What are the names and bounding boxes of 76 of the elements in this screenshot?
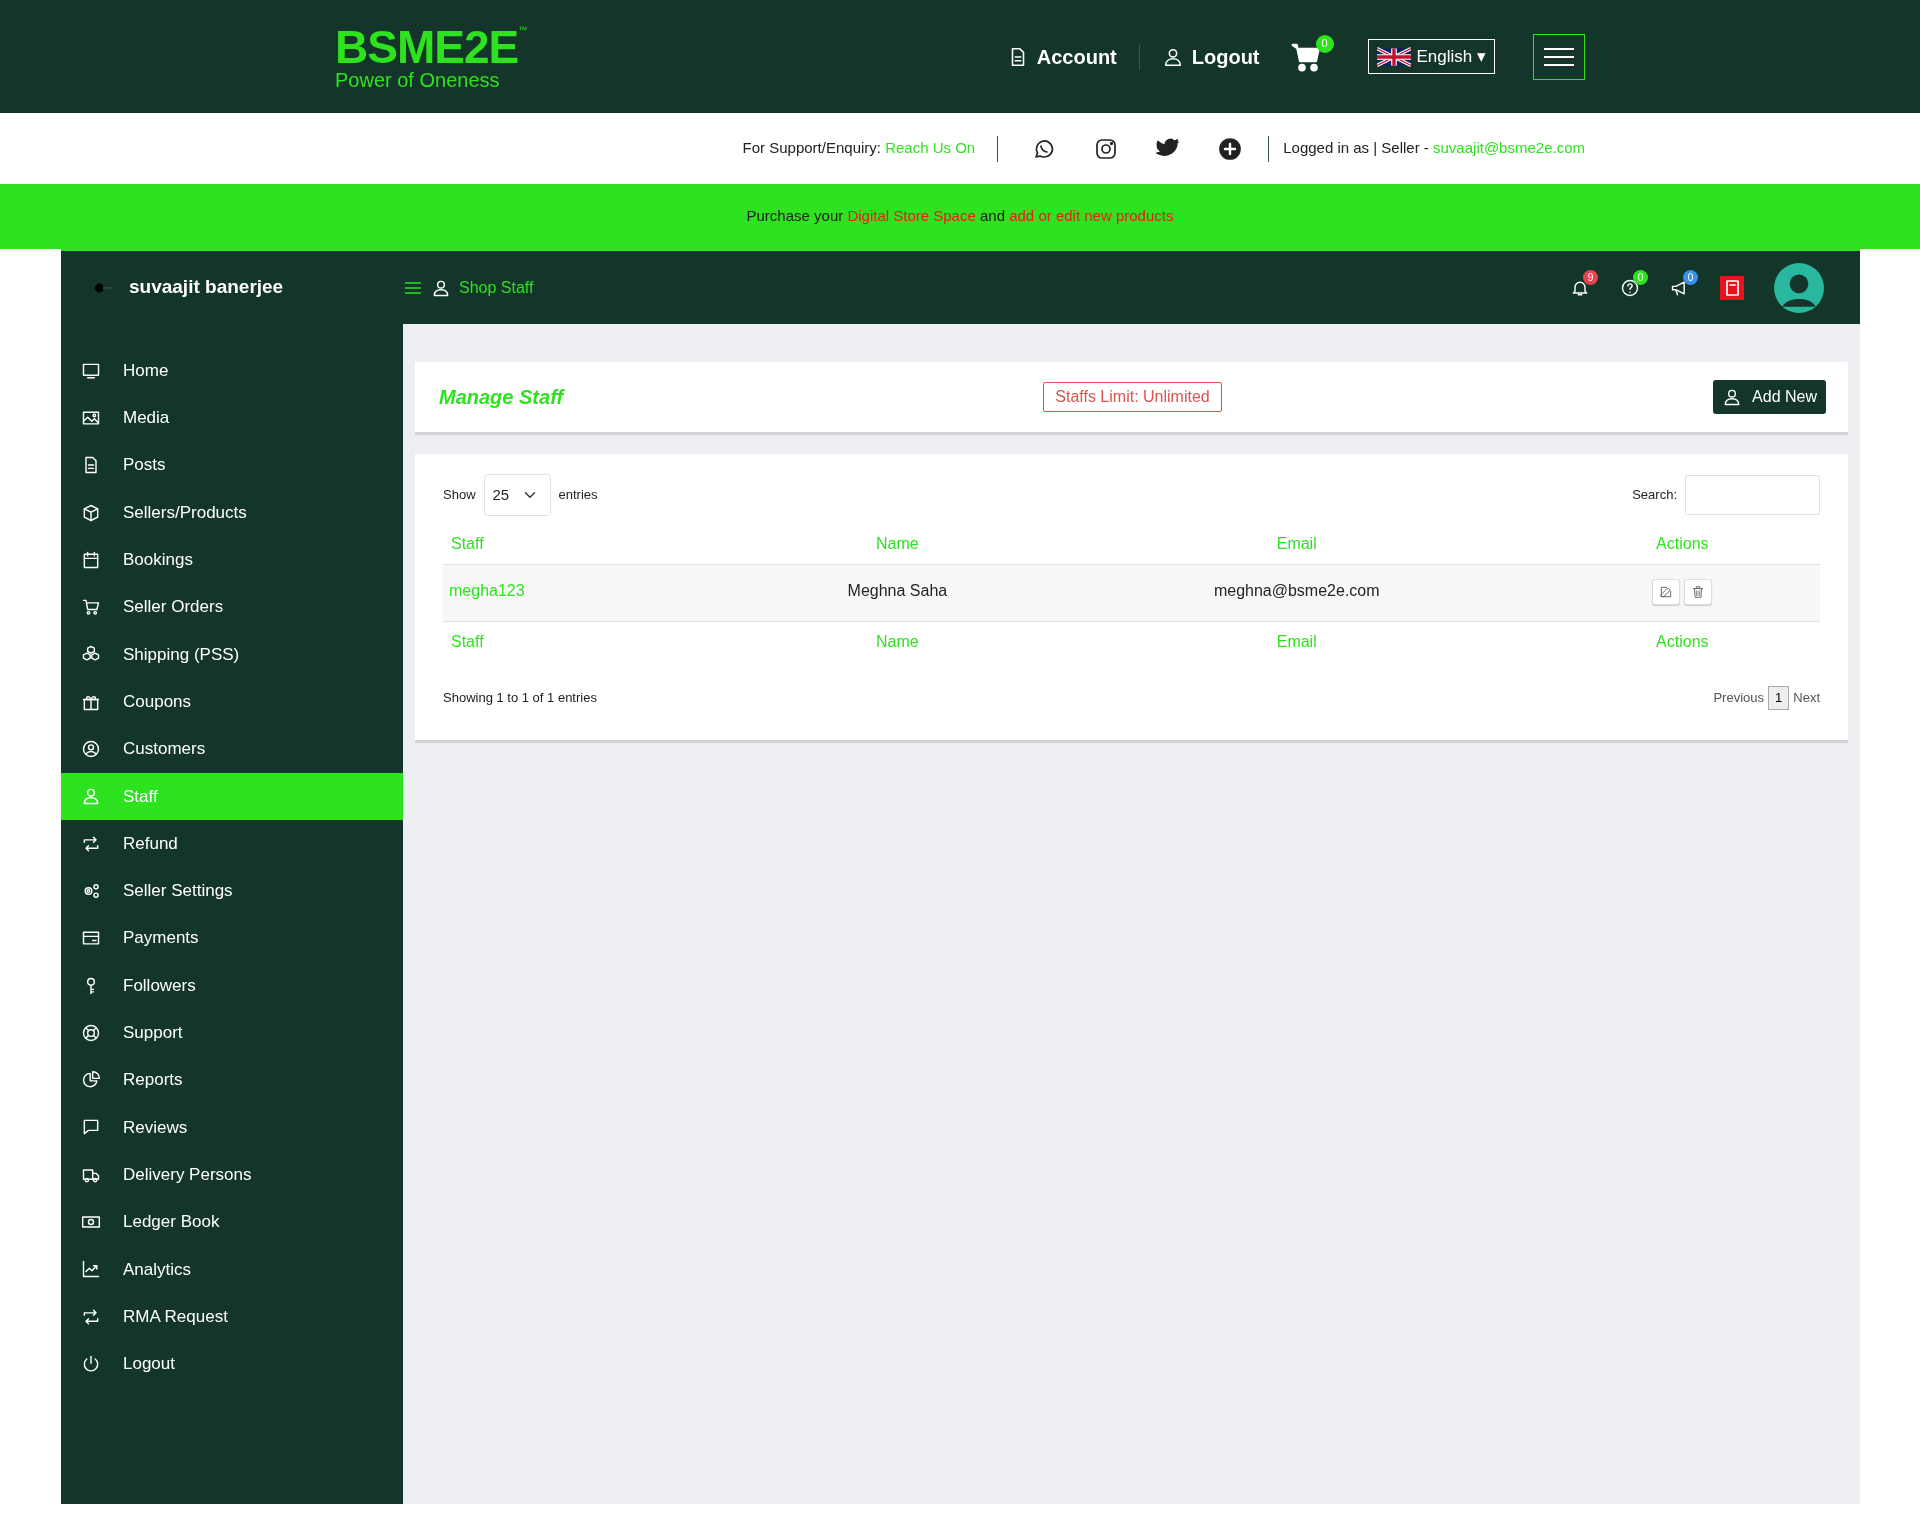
book-icon[interactable]: [1720, 275, 1744, 300]
count-badge: 0: [1633, 269, 1648, 285]
sidebar-item[interactable]: Bookings: [61, 536, 403, 584]
uk-flag-icon: [1376, 45, 1411, 68]
nav-link[interactable]: Account: [1036, 41, 1117, 72]
sidebar-item[interactable]: Home: [61, 347, 403, 395]
sidebar-item[interactable]: Sellers/Products: [61, 488, 403, 537]
edit-icon: [1659, 584, 1674, 600]
sidebar-item[interactable]: Followers: [61, 961, 403, 1010]
avatar-icon[interactable]: [1774, 262, 1824, 313]
column-header: Name: [745, 621, 1049, 662]
show-label: Show: [443, 486, 476, 505]
login-info: Logged in as | Seller - suvaajit@bsme2e.com: [1283, 138, 1585, 159]
line-chart-icon: [81, 1259, 101, 1280]
column-header: Staff: [443, 621, 746, 662]
power-icon: [81, 1353, 101, 1374]
column-header: Email: [1048, 621, 1545, 662]
staff-limit-label: Staffs Limit: Unlimited: [1043, 382, 1222, 412]
sidebar-item[interactable]: Delivery Persons: [61, 1151, 403, 1199]
cart-count-badge: 0: [1315, 34, 1334, 53]
column-header: Staff: [443, 524, 746, 565]
column-header: Actions: [1544, 524, 1820, 565]
plus-icon[interactable]: [1218, 136, 1243, 161]
sidebar-item[interactable]: Refund: [61, 819, 403, 868]
page-button[interactable]: 1: [1768, 686, 1790, 710]
column-header: Email: [1048, 524, 1545, 565]
sidebar-item[interactable]: Reports: [61, 1056, 403, 1104]
sidebar-item[interactable]: Posts: [61, 441, 403, 489]
column-header: Name: [745, 524, 1049, 565]
menu-icon: [1544, 46, 1574, 67]
table-cell: Meghna Saha: [745, 564, 1049, 622]
entries-label: entries: [558, 486, 598, 505]
sidebar-item[interactable]: Seller Orders: [61, 583, 403, 631]
sidebar-item[interactable]: Shipping (PSS): [61, 630, 403, 679]
language-selector[interactable]: English ▾: [1367, 38, 1495, 75]
sidebar-item[interactable]: Analytics: [61, 1245, 403, 1293]
cube-icon: [81, 502, 101, 523]
sidebar-item[interactable]: Logout: [61, 1340, 403, 1388]
entries-select[interactable]: 25: [483, 474, 551, 516]
instagram-icon[interactable]: [1094, 136, 1119, 161]
column-header: Actions: [1544, 621, 1820, 662]
add-new-button[interactable]: Add New: [1713, 380, 1826, 414]
lifebuoy-icon: [81, 1022, 101, 1043]
edit-button[interactable]: [1652, 579, 1681, 605]
sidebar-item[interactable]: Seller Settings: [61, 867, 403, 915]
support-text: For Support/Enquiry: Reach Us On: [742, 138, 976, 159]
trademark-mark: ™: [518, 24, 528, 35]
sidebar-item[interactable]: Coupons: [61, 678, 403, 726]
nav-link[interactable]: Logout: [1191, 41, 1260, 72]
sidebar-item[interactable]: Customers: [61, 725, 403, 773]
sidebar-item[interactable]: Media: [61, 394, 403, 442]
sidebar-item[interactable]: Reviews: [61, 1103, 403, 1152]
table-info: Showing 1 to 1 of 1 entries: [443, 689, 597, 707]
sidebar-item[interactable]: Ledger Book: [61, 1198, 403, 1246]
user-icon: [81, 739, 101, 759]
table-cell: meghna@bsme2e.com: [1048, 564, 1545, 622]
sidebar-item[interactable]: RMA Request: [61, 1292, 403, 1341]
calendar-icon: [81, 549, 101, 570]
user-icon: [81, 786, 101, 807]
delete-button[interactable]: [1684, 579, 1713, 605]
count-badge: 0: [1683, 269, 1698, 285]
previous-link[interactable]: Previous: [1713, 688, 1765, 708]
banner-text: Purchase your Digital Store Space and add or edit new products: [746, 206, 1174, 227]
menu-button[interactable]: [1533, 33, 1585, 80]
question-icon[interactable]: [1620, 277, 1640, 298]
user-name: suvaajit banerjee: [129, 275, 284, 300]
trash-icon: [1691, 584, 1706, 600]
next-link[interactable]: Next: [1793, 688, 1820, 708]
sidebar-item[interactable]: Payments: [61, 914, 403, 962]
search-label: Search:: [1632, 486, 1677, 505]
page-title: Shop Staff: [459, 277, 534, 298]
sidebar-item[interactable]: Support: [61, 1009, 403, 1057]
page-heading: Manage Staff: [439, 385, 566, 410]
search-field[interactable]: [1685, 475, 1820, 515]
cart-icon: [81, 597, 101, 618]
count-badge: 9: [1583, 269, 1598, 285]
